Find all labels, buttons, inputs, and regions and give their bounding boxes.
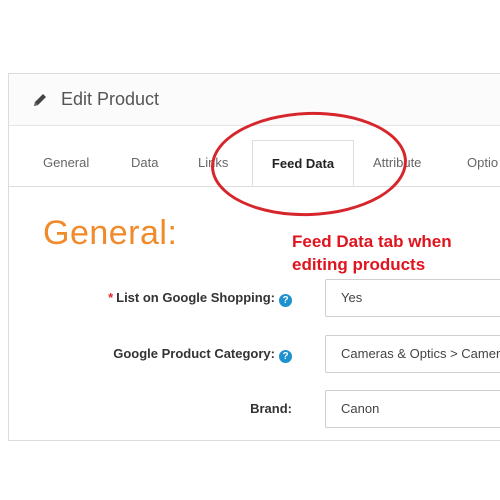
label-text: Google Product Category: [113,346,275,361]
label-text: List on Google Shopping: [116,290,275,305]
brand-input[interactable]: Canon [325,390,500,428]
list-on-google-shopping-label: * List on Google Shopping:? [89,288,292,308]
annotation-line-1: Feed Data tab when [292,232,452,251]
label-text: Brand: [250,401,292,416]
brand-label: Brand: [189,399,292,419]
pencil-icon [34,94,46,106]
panel-heading: Edit Product [9,74,500,126]
section-title: General: [43,214,178,252]
tab-option[interactable]: Optio [467,140,498,186]
required-indicator: * [108,290,114,305]
tab-general[interactable]: General [43,140,89,186]
list-on-google-shopping-select[interactable]: Yes [325,279,500,317]
google-product-category-label: Google Product Category:? [69,344,292,364]
tab-data[interactable]: Data [131,140,158,186]
help-icon[interactable]: ? [279,294,292,307]
annotation-line-2: editing products [292,255,426,274]
annotation-text: Feed Data tab when editing products [292,230,452,276]
help-icon[interactable]: ? [279,350,292,363]
google-product-category-input[interactable]: Cameras & Optics > Cameras [325,335,500,373]
panel-title: Edit Product [61,89,160,109]
